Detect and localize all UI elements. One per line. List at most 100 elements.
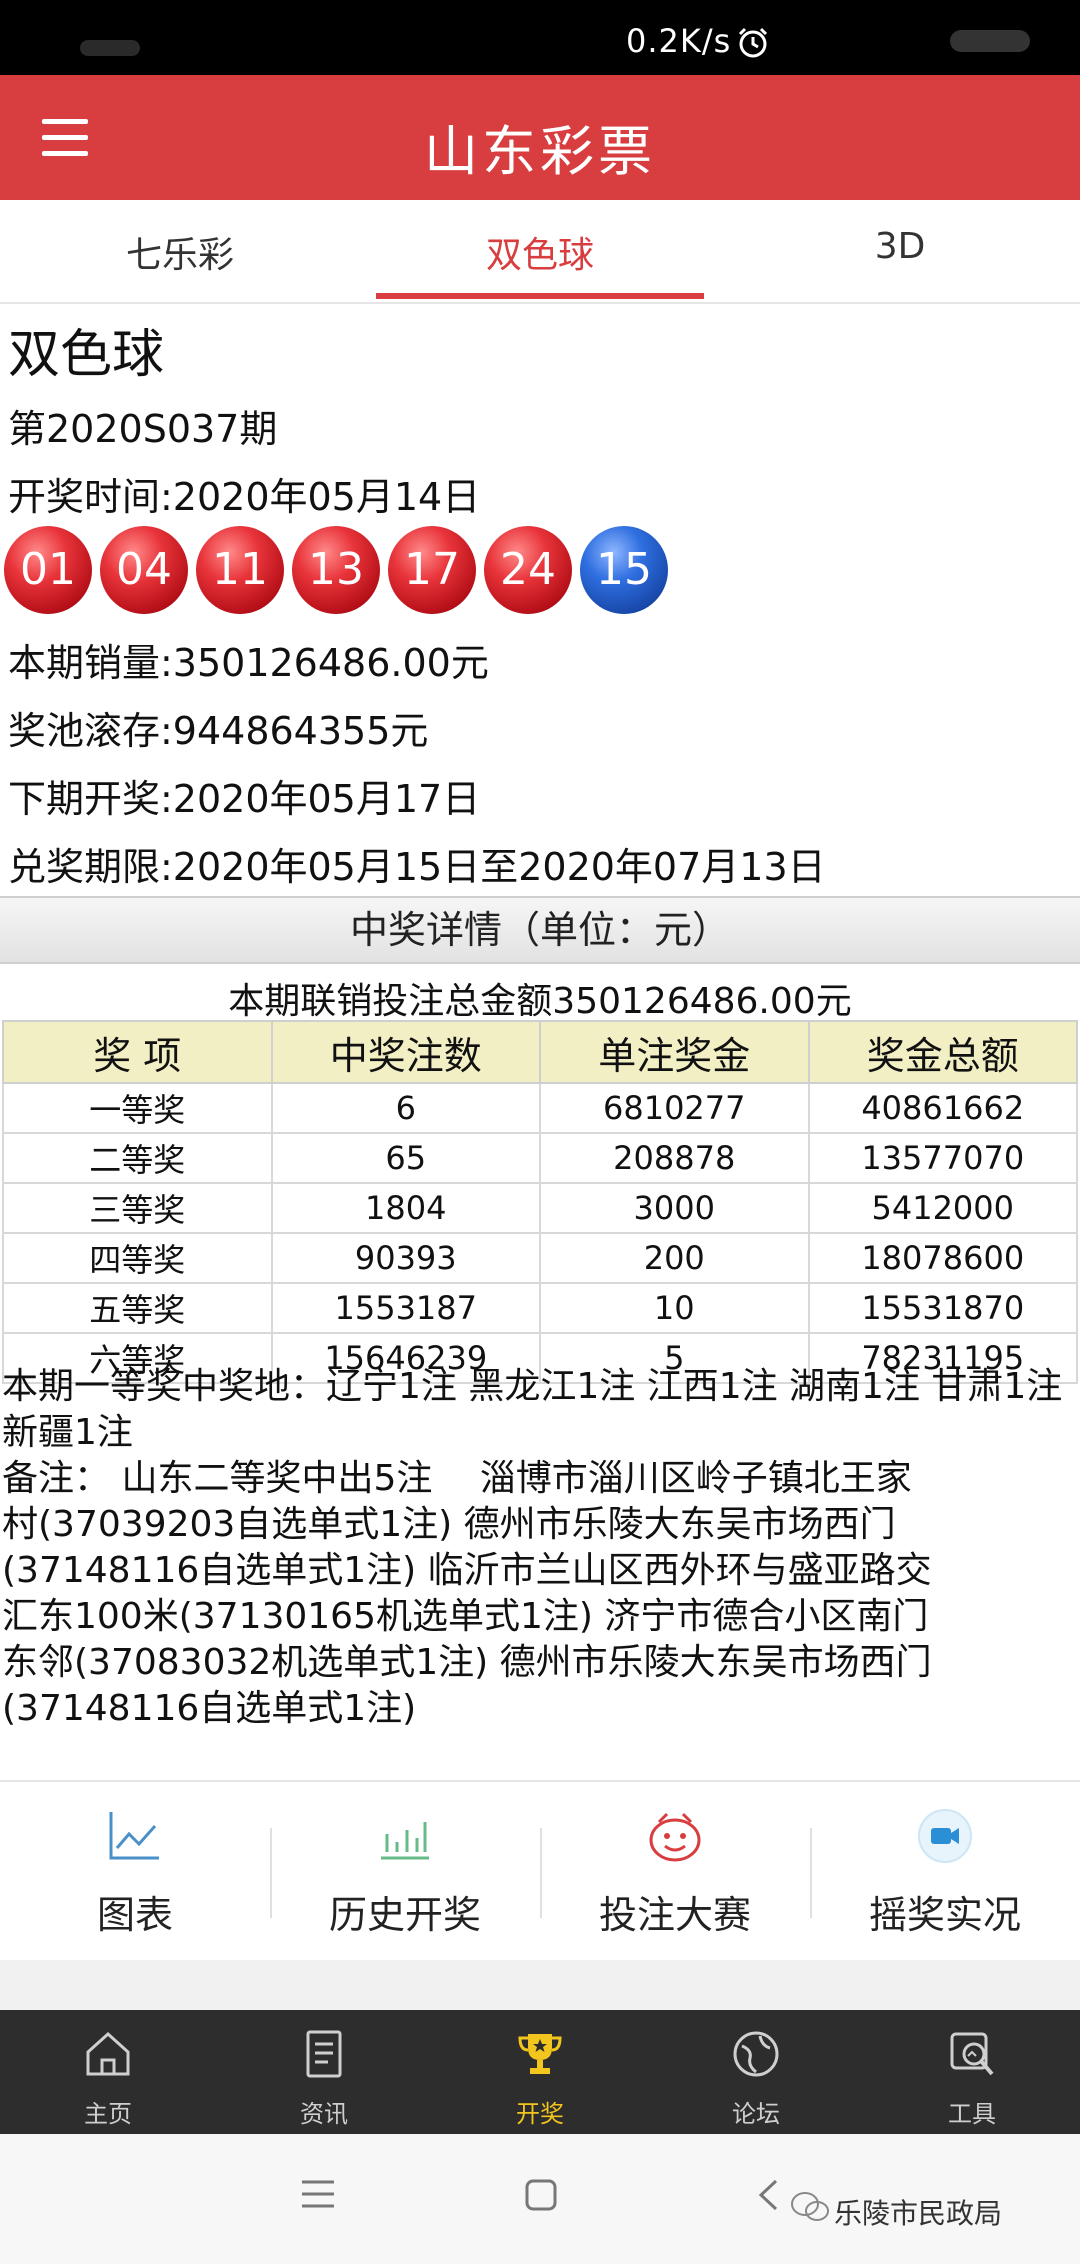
history-label: 历史开奖 bbox=[328, 1893, 481, 1937]
issue-number: 第2020S037期 bbox=[8, 407, 278, 451]
forum-icon bbox=[733, 2031, 779, 2077]
table-cell: 10 bbox=[539, 1282, 810, 1334]
draw-time: 开奖时间:2020年05月14日 bbox=[8, 475, 481, 519]
table-cell: 18078600 bbox=[807, 1232, 1078, 1284]
next-draw-date: 下期开奖:2020年05月17日 bbox=[8, 777, 481, 821]
table-row: 一等奖 6 6810277 40861662 bbox=[2, 1082, 1078, 1134]
lottery-name: 双色球 bbox=[8, 325, 165, 385]
home-button-icon[interactable] bbox=[524, 2178, 558, 2212]
alarm-icon bbox=[738, 27, 768, 58]
tab-qilecai[interactable]: 七乐彩 bbox=[0, 226, 360, 278]
lottery-tabs: 七乐彩 双色球 3D bbox=[0, 200, 1080, 304]
chart-label: 图表 bbox=[96, 1893, 173, 1937]
tab-shuangseqiu[interactable]: 双色球 bbox=[360, 226, 720, 278]
note-line: 村(37039203自选单式1注) 德州市乐陵大东吴市场西门 bbox=[2, 1504, 896, 1545]
nav-label: 工具 bbox=[948, 2100, 996, 2128]
red-ball: 17 bbox=[388, 526, 476, 614]
nav-label: 开奖 bbox=[516, 2100, 564, 2128]
watermark-text: 乐陵市民政局 bbox=[834, 2197, 1003, 2230]
news-icon bbox=[306, 2030, 342, 2078]
table-row: 四等奖 90393 200 18078600 bbox=[2, 1232, 1078, 1284]
chart-button[interactable]: 图表 bbox=[0, 1782, 270, 1962]
nav-tools[interactable]: 工具 bbox=[864, 2010, 1080, 2134]
nav-news[interactable]: 资讯 bbox=[216, 2010, 432, 2134]
nav-label: 资讯 bbox=[300, 2100, 348, 2128]
red-ball: 01 bbox=[4, 526, 92, 614]
table-cell: 二等奖 bbox=[2, 1132, 273, 1184]
contest-button[interactable]: 投注大赛 bbox=[540, 1782, 810, 1962]
table-cell: 五等奖 bbox=[2, 1282, 273, 1334]
system-nav-bar: 乐陵市民政局 bbox=[0, 2134, 1080, 2264]
spacer bbox=[0, 1960, 1080, 2010]
table-cell: 200 bbox=[539, 1232, 810, 1284]
nav-label: 主页 bbox=[84, 2100, 132, 2128]
notification-icons bbox=[80, 40, 140, 56]
history-button[interactable]: 历史开奖 bbox=[270, 1782, 540, 1962]
line-chart-icon bbox=[109, 1812, 159, 1860]
battery-icon bbox=[950, 30, 1030, 52]
nav-draw[interactable]: 开奖 bbox=[432, 2010, 648, 2134]
recent-apps-icon[interactable] bbox=[300, 2178, 336, 2210]
prize-details-header: 中奖详情（单位：元） bbox=[0, 896, 1080, 964]
table-cell: 65 bbox=[270, 1132, 541, 1184]
table-cell: 15531870 bbox=[807, 1282, 1078, 1334]
network-speed: 0.2K/s bbox=[626, 22, 732, 60]
red-ball: 13 bbox=[292, 526, 380, 614]
column-header: 奖金总额 bbox=[807, 1020, 1078, 1084]
note-line: 汇东100米(37130165机选单式1注) 济宁市德合小区南门 bbox=[2, 1596, 929, 1637]
column-header: 中奖注数 bbox=[270, 1020, 541, 1084]
app-bar: 山东彩票 bbox=[0, 75, 1080, 200]
app-title: 山东彩票 bbox=[424, 120, 656, 183]
table-cell: 90393 bbox=[270, 1232, 541, 1284]
red-ball: 24 bbox=[484, 526, 572, 614]
red-ball: 04 bbox=[100, 526, 188, 614]
total-bet-amount: 本期联销投注总金额350126486.00元 bbox=[228, 981, 852, 1022]
note-line: (37148116自选单式1注) bbox=[2, 1688, 417, 1729]
column-header: 奖 项 bbox=[2, 1020, 273, 1084]
red-ball: 11 bbox=[196, 526, 284, 614]
table-cell: 一等奖 bbox=[2, 1082, 273, 1134]
status-bar: 0.2K/s bbox=[0, 0, 1080, 75]
note-line: (37148116自选单式1注) 临沂市兰山区西外环与盛亚路交 bbox=[2, 1550, 932, 1591]
table-cell: 三等奖 bbox=[2, 1182, 273, 1234]
prize-table: 奖 项 中奖注数 单注奖金 奖金总额 一等奖 6 6810277 4086166… bbox=[2, 1020, 1078, 1384]
note-line: 备注： 山东二等奖中出5注 淄博市淄川区岭子镇北王家 bbox=[2, 1458, 912, 1499]
live-draw-label: 摇奖实况 bbox=[868, 1893, 1021, 1937]
wechat-icon bbox=[791, 2192, 829, 2221]
smiley-bag-icon bbox=[649, 1812, 701, 1862]
table-cell: 208878 bbox=[539, 1132, 810, 1184]
prize-pool: 奖池滚存:944864355元 bbox=[8, 709, 429, 753]
table-cell: 6 bbox=[270, 1082, 541, 1134]
sales-amount: 本期销量:350126486.00元 bbox=[8, 641, 489, 685]
table-cell: 1553187 bbox=[270, 1282, 541, 1334]
tab-3d[interactable]: 3D bbox=[720, 226, 1080, 267]
table-cell: 5412000 bbox=[807, 1182, 1078, 1234]
table-cell: 1804 bbox=[270, 1182, 541, 1234]
home-icon bbox=[86, 2031, 130, 2076]
contest-label: 投注大赛 bbox=[598, 1893, 751, 1937]
bar-chart-icon bbox=[381, 1822, 429, 1860]
back-icon[interactable] bbox=[756, 2178, 780, 2212]
tool-shortcuts: 图表 历史开奖 投注大赛 摇奖实况 bbox=[0, 1780, 1080, 1962]
table-cell: 40861662 bbox=[807, 1082, 1078, 1134]
live-draw-button[interactable]: 摇奖实况 bbox=[810, 1782, 1080, 1962]
active-tab-indicator bbox=[376, 293, 704, 299]
table-header-row: 奖 项 中奖注数 单注奖金 奖金总额 bbox=[2, 1020, 1078, 1084]
nav-home[interactable]: 主页 bbox=[0, 2010, 216, 2134]
table-cell: 6810277 bbox=[539, 1082, 810, 1134]
nav-forum[interactable]: 论坛 bbox=[648, 2010, 864, 2134]
notes: 备注： 山东二等奖中出5注 淄博市淄川区岭子镇北王家 村(37039203自选单… bbox=[2, 1456, 1078, 1732]
table-row: 三等奖 1804 3000 5412000 bbox=[2, 1182, 1078, 1234]
table-cell: 四等奖 bbox=[2, 1232, 273, 1284]
column-header: 单注奖金 bbox=[539, 1020, 810, 1084]
table-row: 五等奖 1553187 10 15531870 bbox=[2, 1282, 1078, 1334]
trophy-icon bbox=[518, 2034, 562, 2074]
video-camera-icon bbox=[918, 1809, 972, 1863]
table-row: 二等奖 65 208878 13577070 bbox=[2, 1132, 1078, 1184]
table-cell: 13577070 bbox=[807, 1132, 1078, 1184]
claim-period: 兑奖期限:2020年05月15日至2020年07月13日 bbox=[8, 845, 826, 889]
winning-numbers: 01 04 11 13 17 24 15 bbox=[4, 526, 684, 618]
blue-ball: 15 bbox=[580, 526, 668, 614]
first-prize-locations: 本期一等奖中奖地：辽宁1注 黑龙江1注 江西1注 湖南1注 甘肃1注 新疆1注 bbox=[2, 1366, 1063, 1453]
bottom-nav: 主页 资讯 开奖 论坛 工具 bbox=[0, 2010, 1080, 2134]
